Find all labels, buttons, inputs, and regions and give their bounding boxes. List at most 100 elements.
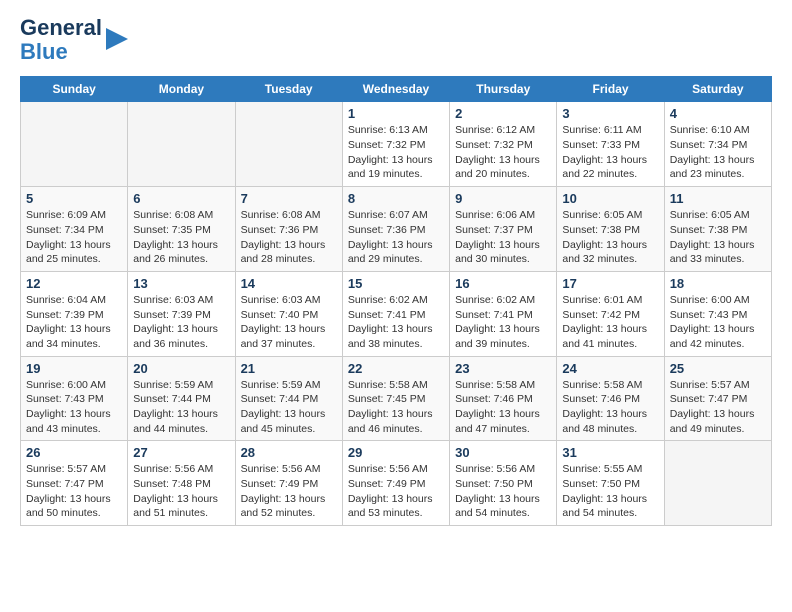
calendar-cell: 5Sunrise: 6:09 AMSunset: 7:34 PMDaylight…: [21, 187, 128, 272]
cell-info-line: Sunrise: 5:57 AM: [26, 463, 106, 475]
cell-info-line: Sunrise: 5:56 AM: [348, 463, 428, 475]
page-header: General Blue: [20, 16, 772, 64]
cell-info-line: Sunset: 7:46 PM: [562, 393, 640, 405]
cell-info-line: Sunrise: 5:59 AM: [133, 379, 213, 391]
calendar-cell: 16 Sunrise: 6:02 AMSunset: 7:41 PMDayligh…: [450, 271, 557, 356]
calendar-cell: 24Sunrise: 5:58 AMSunset: 7:46 PMDayligh…: [557, 356, 664, 441]
cell-date-number: 30: [455, 445, 551, 460]
cell-date-number: 16: [455, 276, 551, 291]
cell-info-text: Sunrise: 5:58 AMSunset: 7:45 PMDaylight:…: [348, 378, 444, 437]
cell-info-line: Sunrise: 6:11 AM: [562, 124, 641, 136]
calendar-cell: 3Sunrise: 6:11 AMSunset: 7:33 PMDaylight…: [557, 102, 664, 187]
calendar-week-5: 26Sunrise: 5:57 AMSunset: 7:47 PMDayligh…: [21, 441, 772, 526]
calendar-cell: 2 Sunrise: 6:12 AMSunset: 7:32 PMDaylight…: [450, 102, 557, 187]
calendar-table: SundayMondayTuesdayWednesdayThursdayFrid…: [20, 76, 772, 526]
cell-info-line: Sunrise: 6:05 AM: [670, 209, 750, 221]
cell-info-line: Sunset: 7:47 PM: [670, 393, 748, 405]
cell-info-line: Sunrise: 6:04 AM: [26, 294, 106, 306]
cell-info-line: Sunset: 7:41 PM: [348, 309, 426, 321]
cell-info-line: Daylight: 13 hours and 45 minutes.: [241, 408, 326, 435]
cell-info-line: Daylight: 13 hours and 54 minutes.: [562, 493, 647, 520]
calendar-cell: 12Sunrise: 6:04 AMSunset: 7:39 PMDayligh…: [21, 271, 128, 356]
cell-info-line: Sunrise: 6:07 AM: [348, 209, 428, 221]
cell-date-number: 4: [670, 106, 766, 121]
cell-info-text: Sunrise: 5:57 AM Sunset: 7:47 PM Daylight:…: [26, 462, 122, 521]
cell-info-text: Sunrise: 6:13 AMSunset: 7:32 PMDaylight:…: [348, 123, 444, 182]
cell-info-line: Sunset: 7:38 PM: [670, 224, 748, 236]
calendar-cell: 11Sunrise: 6:05 AMSunset: 7:38 PMDayligh…: [664, 187, 771, 272]
logo-arrow-icon: [106, 28, 128, 50]
cell-info-text: Sunrise: 5:56 AMSunset: 7:48 PMDaylight:…: [133, 462, 229, 521]
cell-info-line: Sunset: 7:33 PM: [562, 139, 640, 151]
calendar-cell: 26Sunrise: 5:57 AMSunset: 7:47 PMDayligh…: [21, 441, 128, 526]
calendar-cell: 13Sunrise: 6:03 AMSunset: 7:39 PMDayligh…: [128, 271, 235, 356]
calendar-cell: [21, 102, 128, 187]
day-header-thursday: Thursday: [450, 77, 557, 102]
cell-info-line: Sunrise: 6:08 AM: [133, 209, 213, 221]
cell-info-line: Sunrise: 6:10 AM: [670, 124, 750, 136]
cell-info-text: Sunrise: 6:05 AMSunset: 7:38 PMDaylight:…: [562, 208, 658, 267]
cell-info-text: Sunrise: 6:02 AMSunset: 7:41 PMDaylight:…: [455, 293, 551, 352]
cell-info-line: Daylight: 13 hours and 20 minutes.: [455, 154, 540, 181]
calendar-cell: 18Sunrise: 6:00 AMSunset: 7:43 PMDayligh…: [664, 271, 771, 356]
cell-info-line: Sunset: 7:32 PM: [455, 139, 533, 151]
cell-info-line: Daylight: 13 hours and 36 minutes.: [133, 323, 218, 350]
cell-info-line: Sunset: 7:47 PM: [26, 478, 104, 490]
cell-date-number: 7: [241, 191, 337, 206]
cell-info-line: Sunrise: 5:56 AM: [455, 463, 535, 475]
cell-info-line: Sunrise: 5:58 AM: [348, 379, 428, 391]
cell-info-text: Sunrise: 5:59 AMSunset: 7:44 PMDaylight:…: [133, 378, 229, 437]
cell-info-line: Daylight: 13 hours and 19 minutes.: [348, 154, 433, 181]
cell-date-number: 2: [455, 106, 551, 121]
cell-info-line: Sunrise: 6:02 AM: [348, 294, 428, 306]
cell-date-number: 22: [348, 361, 444, 376]
cell-info-line: Sunset: 7:32 PM: [348, 139, 426, 151]
calendar-header-row: SundayMondayTuesdayWednesdayThursdayFrid…: [21, 77, 772, 102]
calendar-cell: [128, 102, 235, 187]
cell-info-line: Sunrise: 5:58 AM: [562, 379, 642, 391]
cell-info-line: Daylight: 13 hours and 30 minutes.: [455, 239, 540, 266]
day-header-friday: Friday: [557, 77, 664, 102]
cell-info-text: Sunrise: 6:12 AMSunset: 7:32 PMDaylight:…: [455, 123, 551, 182]
cell-info-line: Daylight: 13 hours and 50 minutes.: [26, 493, 111, 520]
cell-info-line: Sunrise: 6:08 AM: [241, 209, 321, 221]
calendar-cell: 10Sunrise: 6:05 AMSunset: 7:38 PMDayligh…: [557, 187, 664, 272]
calendar-cell: 9Sunrise: 6:06 AMSunset: 7:37 PMDaylight…: [450, 187, 557, 272]
day-header-monday: Monday: [128, 77, 235, 102]
cell-info-line: Sunrise: 6:05 AM: [562, 209, 642, 221]
cell-info-line: Sunset: 7:38 PM: [562, 224, 640, 236]
cell-info-text: Sunrise: 6:08 AMSunset: 7:36 PMDaylight:…: [241, 208, 337, 267]
logo-general: General: [20, 16, 102, 40]
cell-info-line: Daylight: 13 hours and 51 minutes.: [133, 493, 218, 520]
cell-info-text: Sunrise: 6:11 AMSunset: 7:33 PMDaylight:…: [562, 123, 658, 182]
cell-info-line: Sunrise: 6:02 AM: [455, 294, 535, 306]
cell-date-number: 20: [133, 361, 229, 376]
calendar-cell: 28Sunrise: 5:56 AMSunset: 7:49 PMDayligh…: [235, 441, 342, 526]
cell-info-text: Sunrise: 6:00 AMSunset: 7:43 PMDaylight:…: [26, 378, 122, 437]
cell-date-number: 1: [348, 106, 444, 121]
cell-info-line: Sunrise: 6:06 AM: [455, 209, 535, 221]
day-header-saturday: Saturday: [664, 77, 771, 102]
cell-info-line: Daylight: 13 hours and 33 minutes.: [670, 239, 755, 266]
cell-info-line: Daylight: 13 hours and 39 minutes.: [455, 323, 540, 350]
cell-info-line: Daylight: 13 hours and 53 minutes.: [348, 493, 433, 520]
calendar-cell: 23Sunrise: 5:58 AMSunset: 7:46 PMDayligh…: [450, 356, 557, 441]
calendar-cell: 4Sunrise: 6:10 AMSunset: 7:34 PMDaylight…: [664, 102, 771, 187]
cell-info-text: Sunrise: 6:03 AMSunset: 7:40 PMDaylight:…: [241, 293, 337, 352]
cell-info-line: Daylight: 13 hours and 42 minutes.: [670, 323, 755, 350]
cell-info-line: Sunrise: 5:58 AM: [455, 379, 535, 391]
cell-info-text: Sunrise: 5:57 AMSunset: 7:47 PMDaylight:…: [670, 378, 766, 437]
logo: General Blue: [20, 16, 128, 64]
cell-info-text: Sunrise: 5:56 AMSunset: 7:50 PMDaylight:…: [455, 462, 551, 521]
cell-info-line: Sunset: 7:50 PM: [455, 478, 533, 490]
cell-info-text: Sunrise: 6:07 AMSunset: 7:36 PMDaylight:…: [348, 208, 444, 267]
cell-info-line: Sunset: 7:34 PM: [26, 224, 104, 236]
cell-info-line: Sunset: 7:39 PM: [26, 309, 104, 321]
cell-info-line: Daylight: 13 hours and 41 minutes.: [562, 323, 647, 350]
cell-date-number: 17: [562, 276, 658, 291]
cell-info-line: Daylight: 13 hours and 37 minutes.: [241, 323, 326, 350]
cell-date-number: 8: [348, 191, 444, 206]
cell-info-text: Sunrise: 6:08 AMSunset: 7:35 PMDaylight:…: [133, 208, 229, 267]
cell-info-line: Daylight: 13 hours and 47 minutes.: [455, 408, 540, 435]
cell-info-line: Daylight: 13 hours and 26 minutes.: [133, 239, 218, 266]
